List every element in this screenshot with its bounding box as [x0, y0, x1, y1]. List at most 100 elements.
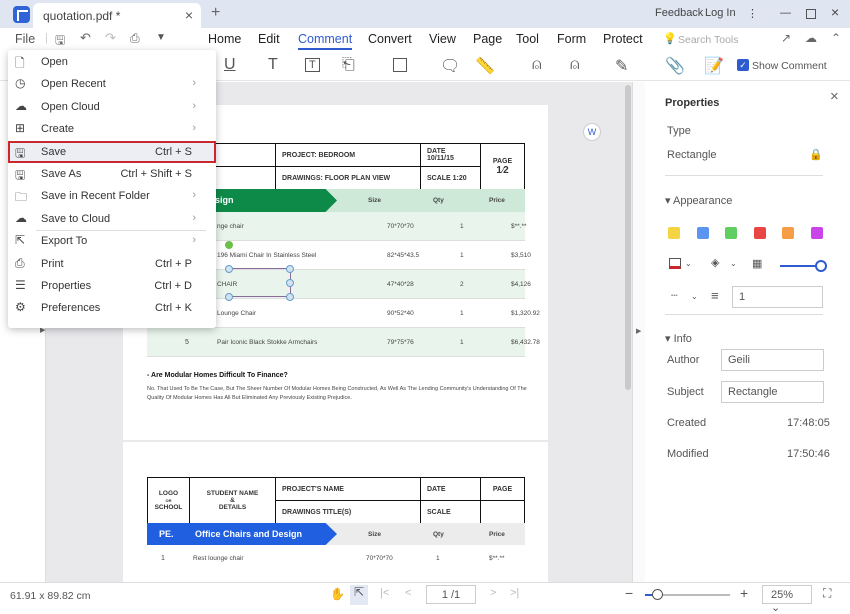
prev-page-icon[interactable]: <: [405, 587, 411, 599]
callout-icon[interactable]: ⎗: [342, 56, 355, 74]
redo-icon[interactable]: ↷: [105, 30, 116, 46]
chevron-right-icon: ›: [192, 77, 196, 90]
page-input[interactable]: 1 /1: [426, 585, 476, 604]
first-page-icon[interactable]: |<: [380, 587, 389, 599]
select-tool-icon[interactable]: ⇱: [350, 585, 368, 605]
tab-protect[interactable]: Protect: [603, 32, 643, 46]
color-swatch[interactable]: [668, 227, 680, 239]
last-page-icon[interactable]: >|: [510, 587, 519, 599]
menu-item-export-to[interactable]: ⇱ Export To ›: [8, 230, 216, 252]
stroke-color-icon[interactable]: [669, 258, 681, 269]
tab-tool[interactable]: Tool: [516, 32, 539, 46]
comment-list-icon[interactable]: 📝: [704, 56, 724, 76]
tab-home[interactable]: Home: [208, 32, 241, 46]
line-style-icon[interactable]: ┄: [671, 289, 678, 302]
menu-item-print[interactable]: ⎙ Print Ctrl + P: [8, 253, 216, 275]
color-swatch[interactable]: [782, 227, 794, 239]
subject-input[interactable]: Rectangle: [721, 381, 824, 403]
file-menu-dropdown: 🗋 Open ◷ Open Recent › ☁ Open Cloud › ⊞ Create › 🖫 S…: [8, 50, 216, 328]
feedback-link[interactable]: Feedback: [655, 7, 703, 19]
next-page-icon[interactable]: >: [490, 587, 496, 599]
zoom-slider-handle[interactable]: [652, 589, 663, 600]
tab-view[interactable]: View: [429, 32, 456, 46]
resize-handle[interactable]: [286, 265, 294, 273]
menu-item-save[interactable]: 🖫 Save Ctrl + S: [8, 140, 216, 163]
author-input[interactable]: Geili: [721, 349, 824, 371]
info-section[interactable]: ▾ Info: [665, 332, 692, 345]
cloud-upload-icon[interactable]: ☁: [805, 31, 817, 45]
word-convert-icon[interactable]: W: [583, 123, 601, 141]
text-box-icon[interactable]: T: [305, 58, 320, 72]
custom-stamp-icon[interactable]: ⍝: [570, 56, 580, 74]
rectangle-icon[interactable]: [393, 58, 407, 72]
resize-handle[interactable]: [225, 293, 233, 301]
share-icon[interactable]: ↗: [781, 31, 791, 45]
color-swatch[interactable]: [725, 227, 737, 239]
selected-rectangle-annotation[interactable]: [229, 268, 291, 297]
settings-icon: ⚙: [15, 300, 26, 315]
close-panel-icon[interactable]: ×: [830, 88, 839, 105]
collapse-ribbon-icon[interactable]: ⌃: [831, 31, 841, 45]
resize-handle[interactable]: [286, 279, 294, 287]
color-swatch[interactable]: [753, 227, 766, 239]
vertical-scrollbar[interactable]: [625, 85, 631, 390]
tab-comment[interactable]: Comment: [298, 32, 353, 50]
file-menu[interactable]: File: [15, 32, 35, 46]
attachment-icon[interactable]: 📎: [665, 56, 685, 76]
opacity-slider-handle[interactable]: [815, 260, 827, 272]
tab-page[interactable]: Page: [473, 32, 502, 46]
fit-page-icon[interactable]: ⛶: [823, 586, 831, 601]
line-width-input[interactable]: 1: [732, 286, 823, 308]
menu-item-properties[interactable]: ☰ Properties Ctrl + D: [8, 275, 216, 297]
menu-item-preferences[interactable]: ⚙ Preferences Ctrl + K: [8, 297, 216, 319]
menu-item-open-recent[interactable]: ◷ Open Recent ›: [8, 73, 216, 95]
tab-form[interactable]: Form: [557, 32, 586, 46]
new-tab-icon[interactable]: +: [211, 4, 220, 22]
stamp-icon[interactable]: ⍝: [532, 56, 542, 74]
created-value: 17:48:05: [787, 417, 830, 429]
tab-convert[interactable]: Convert: [368, 32, 412, 46]
customize-icon[interactable]: ▼: [156, 32, 166, 43]
print-icon[interactable]: ⎙: [130, 31, 140, 46]
document-tab[interactable]: quotation.pdf * ×: [33, 3, 201, 28]
hand-tool-icon[interactable]: ✋: [330, 587, 345, 601]
opacity-slider[interactable]: [780, 265, 820, 267]
lock-icon[interactable]: 🔒: [809, 148, 823, 161]
undo-icon[interactable]: ↶: [80, 30, 91, 46]
color-swatch[interactable]: [810, 227, 823, 239]
save-icon[interactable]: 🖫: [55, 31, 65, 52]
menu-item-save-to-cloud[interactable]: ☁ Save to Cloud ›: [8, 208, 216, 230]
login-link[interactable]: Log In: [705, 7, 736, 19]
tab-edit[interactable]: Edit: [258, 32, 280, 46]
zoom-in-icon[interactable]: +: [740, 585, 748, 601]
menu-item-create[interactable]: ⊞ Create ›: [8, 118, 216, 140]
zoom-select[interactable]: 25% ⌄: [762, 585, 812, 614]
save-as-icon: 🖫: [15, 168, 26, 182]
menu-item-save-as[interactable]: 🖫 Save As Ctrl + Shift + S: [8, 163, 216, 185]
search-tools-input[interactable]: Search Tools: [678, 34, 739, 46]
zoom-out-icon[interactable]: −: [625, 585, 633, 601]
menu-item-save-in-recent-folder[interactable]: 🗀 Save in Recent Folder ›: [8, 185, 216, 207]
maximize-icon[interactable]: [806, 9, 816, 19]
rotate-handle[interactable]: [225, 241, 233, 249]
appearance-section[interactable]: ▾ Appearance: [665, 194, 732, 207]
chevron-right-icon: ›: [192, 211, 196, 224]
signature-icon[interactable]: ✎: [615, 56, 628, 76]
more-icon[interactable]: ⋮: [747, 7, 758, 20]
color-swatch[interactable]: [696, 227, 709, 239]
resize-handle[interactable]: [286, 293, 294, 301]
close-window-icon[interactable]: ×: [831, 4, 839, 20]
fill-color-icon[interactable]: ◈: [711, 256, 719, 269]
menu-item-open[interactable]: 🗋 Open: [8, 51, 216, 73]
menu-item-open-cloud[interactable]: ☁ Open Cloud ›: [8, 96, 216, 118]
close-tab-icon[interactable]: ×: [185, 7, 193, 23]
resize-handle[interactable]: [225, 265, 233, 273]
collapse-panel-icon[interactable]: ▶: [636, 327, 641, 335]
underline-icon[interactable]: U: [224, 56, 236, 74]
note-icon[interactable]: 🗨: [440, 56, 460, 76]
measure-icon[interactable]: 📏: [475, 56, 495, 76]
show-comment-checkbox[interactable]: ✓: [737, 59, 749, 71]
shortcut: Ctrl + D: [154, 280, 192, 292]
text-icon[interactable]: T: [268, 56, 278, 74]
minimize-icon[interactable]: —: [780, 7, 791, 19]
